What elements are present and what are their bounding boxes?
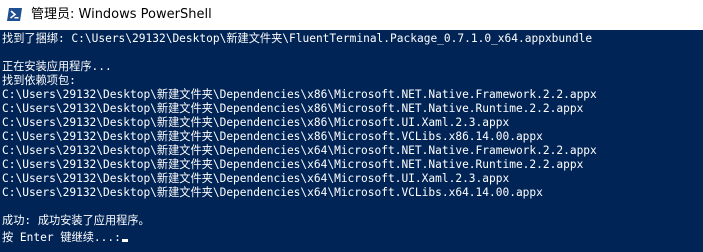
prompt-text: 按 Enter 键继续...:	[2, 231, 121, 244]
window-title: 管理员: Windows PowerShell	[31, 7, 212, 22]
console-line: C:\Users\29132\Desktop\新建文件夹\Dependencie…	[2, 130, 543, 143]
console-line: 正在安装应用程序...	[2, 60, 112, 73]
prompt-line[interactable]: 按 Enter 键继续...:	[2, 228, 128, 244]
console-line: C:\Users\29132\Desktop\新建文件夹\Dependencie…	[2, 88, 597, 101]
console-line: C:\Users\29132\Desktop\新建文件夹\Dependencie…	[2, 158, 584, 171]
console-line: 找到了捆绑: C:\Users\29132\Desktop\新建文件夹\Flue…	[2, 32, 593, 45]
console-line: C:\Users\29132\Desktop\新建文件夹\Dependencie…	[2, 102, 584, 115]
console-line: C:\Users\29132\Desktop\新建文件夹\Dependencie…	[2, 144, 597, 157]
console-line: C:\Users\29132\Desktop\新建文件夹\Dependencie…	[2, 116, 510, 129]
console-line: 成功: 成功安装了应用程序。	[2, 214, 150, 227]
powershell-icon	[7, 8, 22, 21]
console-line: C:\Users\29132\Desktop\新建文件夹\Dependencie…	[2, 186, 543, 199]
console-line: 找到依赖项包:	[2, 74, 76, 87]
powershell-window: 管理员: Windows PowerShell 找到了捆绑: C:\Users\…	[0, 0, 703, 252]
title-bar[interactable]: 管理员: Windows PowerShell	[0, 0, 703, 30]
console-output[interactable]: 找到了捆绑: C:\Users\29132\Desktop\新建文件夹\Flue…	[0, 30, 703, 252]
console-line: C:\Users\29132\Desktop\新建文件夹\Dependencie…	[2, 172, 510, 185]
text-cursor	[121, 239, 128, 242]
